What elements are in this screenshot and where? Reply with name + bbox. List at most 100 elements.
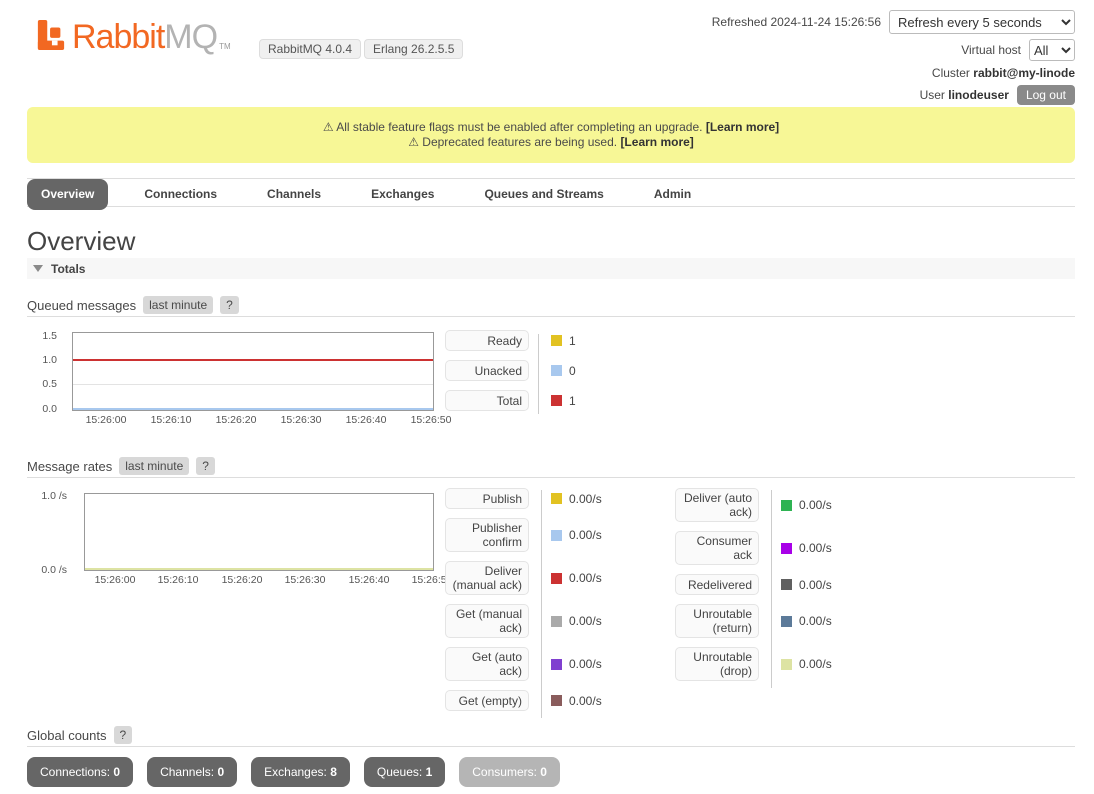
rabbitmq-logo[interactable]: RabbitMQ TM [36,18,231,54]
x-tick: 15:26:00 [95,574,136,586]
page-title: Overview [27,226,135,257]
refreshed-timestamp: Refreshed 2024-11-24 15:26:56 [712,15,881,29]
total-value: 1 [569,394,576,408]
unroutable-drop-toggle-button[interactable]: Unroutable (drop) [675,647,759,681]
x-tick: 15:26:00 [86,414,127,426]
y-tick: 0.0 [17,403,57,415]
message-rates-legend-left: Publish 0.00/s Publisher confirm 0.00/s … [445,488,635,720]
warning-line-feature-flags: ⚠ All stable feature flags must be enabl… [27,120,1075,135]
legend-row-get-manual: Get (manual ack) 0.00/s [445,604,635,638]
refresh-row: Refreshed 2024-11-24 15:26:56 Refresh ev… [712,10,1075,34]
queues-count-badge[interactable]: Queues: 1 [364,757,445,787]
global-counts-title: Global counts [27,728,107,743]
logo-text: RabbitMQ [72,20,217,54]
total-swatch [551,395,562,406]
range-badge[interactable]: last minute [143,296,213,314]
user-label: User [920,88,945,102]
cluster-row: Cluster rabbit@my-linode [712,66,1075,80]
get-manual-rate: 0.00/s [569,614,602,628]
get-auto-toggle-button[interactable]: Get (auto ack) [445,647,529,681]
total-toggle-button[interactable]: Total [445,390,529,411]
virtual-host-select[interactable]: All [1029,39,1075,61]
header-right: Refreshed 2024-11-24 15:26:56 Refresh ev… [712,10,1075,110]
get-manual-toggle-button[interactable]: Get (manual ack) [445,604,529,638]
tab-connections[interactable]: Connections [130,179,231,206]
deliver-auto-rate: 0.00/s [799,498,832,512]
rabbitmq-overview-page: RabbitMQ TM RabbitMQ 4.0.4 Erlang 26.2.5… [0,0,1094,794]
deliver-manual-toggle-button[interactable]: Deliver (manual ack) [445,561,529,595]
unacked-value: 0 [569,364,576,378]
x-tick: 15:26:30 [285,574,326,586]
redelivered-toggle-button[interactable]: Redelivered [675,574,759,595]
x-tick: 15:26:40 [349,574,390,586]
x-tick: 15:26:20 [216,414,257,426]
range-badge[interactable]: last minute [119,457,189,475]
totals-label: Totals [51,262,85,276]
queued-messages-header: Queued messages last minute ? [27,294,1075,317]
legend-row-publish: Publish 0.00/s [445,488,635,509]
learn-more-link[interactable]: [Learn more] [706,120,779,134]
legend-row-consumer-ack: Consumer ack 0.00/s [675,531,865,565]
chevron-down-icon [33,265,43,272]
learn-more-link[interactable]: [Learn more] [620,135,693,149]
help-icon[interactable]: ? [196,457,215,475]
exchanges-count-badge[interactable]: Exchanges: 8 [251,757,350,787]
publisher-confirm-swatch [551,530,562,541]
y-tick: 1.0 [17,354,57,366]
y-tick: 0.5 [17,378,57,390]
total-series-line [73,359,433,361]
warning-line-deprecated: ⚠ Deprecated features are being used. [L… [27,135,1075,150]
deliver-manual-swatch [551,573,562,584]
unacked-toggle-button[interactable]: Unacked [445,360,529,381]
tab-queues-and-streams[interactable]: Queues and Streams [470,179,617,206]
tab-admin[interactable]: Admin [640,179,705,206]
consumers-count-badge[interactable]: Consumers: 0 [459,757,560,787]
rabbitmq-version-badge: RabbitMQ 4.0.4 [259,39,361,59]
virtual-host-row: Virtual host All [712,39,1075,61]
legend-row-get-empty: Get (empty) 0.00/s [445,690,635,711]
get-empty-rate: 0.00/s [569,694,602,708]
message-rates-chart: 15:26:00 15:26:10 15:26:20 15:26:30 15:2… [84,493,434,571]
tab-exchanges[interactable]: Exchanges [357,179,448,206]
y-tick: 1.5 [17,330,57,342]
erlang-version-badge: Erlang 26.2.5.5 [364,39,463,59]
publisher-confirm-rate: 0.00/s [569,528,602,542]
global-counts-header: Global counts ? [27,724,1075,747]
help-icon[interactable]: ? [220,296,239,314]
legend-row-get-auto: Get (auto ack) 0.00/s [445,647,635,681]
virtual-host-label: Virtual host [961,43,1021,57]
x-tick: 15:26:30 [281,414,322,426]
help-icon[interactable]: ? [114,726,133,744]
unroutable-return-toggle-button[interactable]: Unroutable (return) [675,604,759,638]
cluster-label: Cluster [932,66,970,80]
get-empty-swatch [551,695,562,706]
get-manual-swatch [551,616,562,627]
publish-swatch [551,493,562,504]
x-tick: 15:26:10 [158,574,199,586]
consumer-ack-toggle-button[interactable]: Consumer ack [675,531,759,565]
consumer-ack-rate: 0.00/s [799,541,832,555]
get-empty-toggle-button[interactable]: Get (empty) [445,690,529,711]
publisher-confirm-toggle-button[interactable]: Publisher confirm [445,518,529,552]
deliver-auto-toggle-button[interactable]: Deliver (auto ack) [675,488,759,522]
tab-overview[interactable]: Overview [27,179,108,210]
legend-divider [771,490,772,688]
logout-button[interactable]: Log out [1017,85,1075,105]
legend-row-unacked: Unacked 0 [445,360,635,381]
connections-count-badge[interactable]: Connections: 0 [27,757,133,787]
unacked-swatch [551,365,562,376]
totals-section-header[interactable]: Totals [27,258,1075,279]
warning-text: ⚠ All stable feature flags must be enabl… [323,120,703,134]
channels-count-badge[interactable]: Channels: 0 [147,757,237,787]
tab-channels[interactable]: Channels [253,179,335,206]
refresh-interval-select[interactable]: Refresh every 5 seconds [889,10,1075,34]
legend-divider [538,334,539,414]
legend-row-deliver-manual: Deliver (manual ack) 0.00/s [445,561,635,595]
legend-divider [541,490,542,718]
logo-trademark: TM [219,42,231,51]
publish-toggle-button[interactable]: Publish [445,488,529,509]
deliver-auto-swatch [781,500,792,511]
message-rates-legend-right: Deliver (auto ack) 0.00/s Consumer ack 0… [675,488,865,690]
warning-banner: ⚠ All stable feature flags must be enabl… [27,107,1075,163]
ready-toggle-button[interactable]: Ready [445,330,529,351]
